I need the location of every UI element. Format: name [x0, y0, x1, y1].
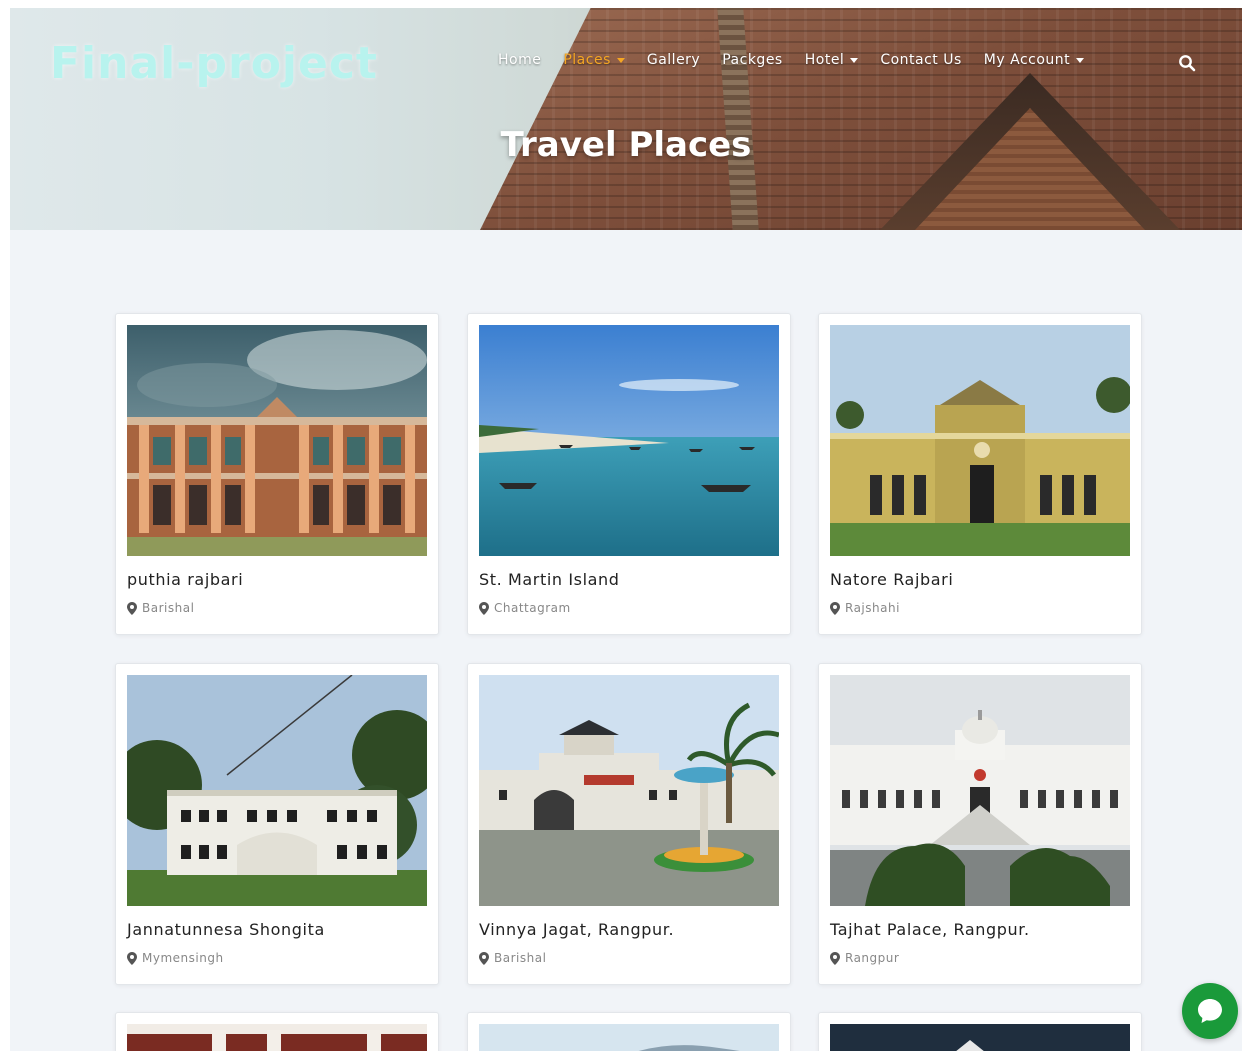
nav-my-account[interactable]: My Account	[983, 52, 1085, 68]
map-pin-icon	[127, 601, 137, 615]
place-image[interactable]	[479, 675, 779, 906]
place-image[interactable]	[830, 1024, 1130, 1051]
caret-down-icon	[1076, 57, 1085, 63]
place-card[interactable]: Tajhat Palace, Rangpur. Rangpur	[818, 663, 1142, 985]
nav-gallery[interactable]: Gallery	[647, 52, 700, 68]
place-title[interactable]: St. Martin Island	[479, 570, 620, 589]
search-icon[interactable]	[1178, 54, 1196, 72]
nav-gallery-label: Gallery	[646, 52, 701, 68]
place-location-label: Chattagram	[494, 601, 571, 615]
place-image[interactable]	[127, 325, 427, 556]
nav-my-account-label: My Account	[983, 52, 1071, 68]
place-image[interactable]	[830, 675, 1130, 906]
map-pin-icon	[479, 601, 489, 615]
map-pin-icon	[830, 601, 840, 615]
place-card[interactable]: Jannatunnesa Shongita Mymensingh	[115, 663, 439, 985]
page-title: Travel Places	[500, 125, 752, 165]
map-pin-icon	[830, 951, 840, 965]
place-card[interactable]: Vinnya Jagat, Rangpur. Barishal	[467, 663, 791, 985]
chat-button[interactable]	[1182, 983, 1238, 1039]
map-pin-icon	[127, 951, 137, 965]
caret-down-icon	[616, 57, 625, 63]
place-image[interactable]	[127, 1024, 427, 1051]
place-location: Chattagram	[479, 601, 571, 615]
place-image[interactable]	[127, 675, 427, 906]
nav-packges-label: Packges	[722, 52, 783, 68]
place-location: Rajshahi	[830, 601, 900, 615]
nav-contact[interactable]: Contact Us	[880, 52, 961, 68]
place-location: Barishal	[127, 601, 194, 615]
nav-home[interactable]: Home	[498, 52, 541, 68]
place-location-label: Rajshahi	[845, 601, 900, 615]
place-image[interactable]	[830, 325, 1130, 556]
hero-banner: Final-project Home Places Gallery Packge…	[10, 8, 1242, 230]
brand-logo[interactable]: Final-project	[50, 38, 378, 89]
chat-bubble-icon	[1198, 999, 1222, 1023]
page-wrapper: Final-project Home Places Gallery Packge…	[10, 8, 1242, 1051]
nav-hotel[interactable]: Hotel	[805, 52, 859, 68]
place-card[interactable]: Natore Rajbari Rajshahi	[818, 313, 1142, 635]
place-card[interactable]: puthia rajbari Barishal	[115, 313, 439, 635]
nav-places[interactable]: Places	[563, 52, 625, 68]
nav-hotel-label: Hotel	[804, 52, 845, 68]
nav-home-label: Home	[498, 52, 542, 68]
place-location: Mymensingh	[127, 951, 224, 965]
place-location: Barishal	[479, 951, 546, 965]
place-image[interactable]	[479, 325, 779, 556]
place-card[interactable]: St. Martin Island Chattagram	[467, 313, 791, 635]
nav-places-label: Places	[563, 52, 611, 68]
place-location-label: Barishal	[142, 601, 195, 615]
place-location-label: Barishal	[494, 951, 547, 965]
place-location: Rangpur	[830, 951, 899, 965]
place-image[interactable]	[479, 1024, 779, 1051]
place-card[interactable]	[818, 1012, 1142, 1051]
nav-contact-label: Contact Us	[880, 52, 962, 68]
place-title[interactable]: Jannatunnesa Shongita	[127, 920, 325, 939]
place-title[interactable]: Tajhat Palace, Rangpur.	[830, 920, 1030, 939]
place-location-label: Mymensingh	[142, 951, 224, 965]
place-title[interactable]: Vinnya Jagat, Rangpur.	[479, 920, 674, 939]
place-location-label: Rangpur	[845, 951, 900, 965]
place-title[interactable]: Natore Rajbari	[830, 570, 953, 589]
nav-packges[interactable]: Packges	[722, 52, 783, 68]
place-card[interactable]	[467, 1012, 791, 1051]
place-title[interactable]: puthia rajbari	[127, 570, 243, 589]
map-pin-icon	[479, 951, 489, 965]
place-card[interactable]	[115, 1012, 439, 1051]
main-nav: Home Places Gallery Packges Hotel Contac…	[498, 52, 1106, 68]
caret-down-icon	[850, 57, 859, 63]
